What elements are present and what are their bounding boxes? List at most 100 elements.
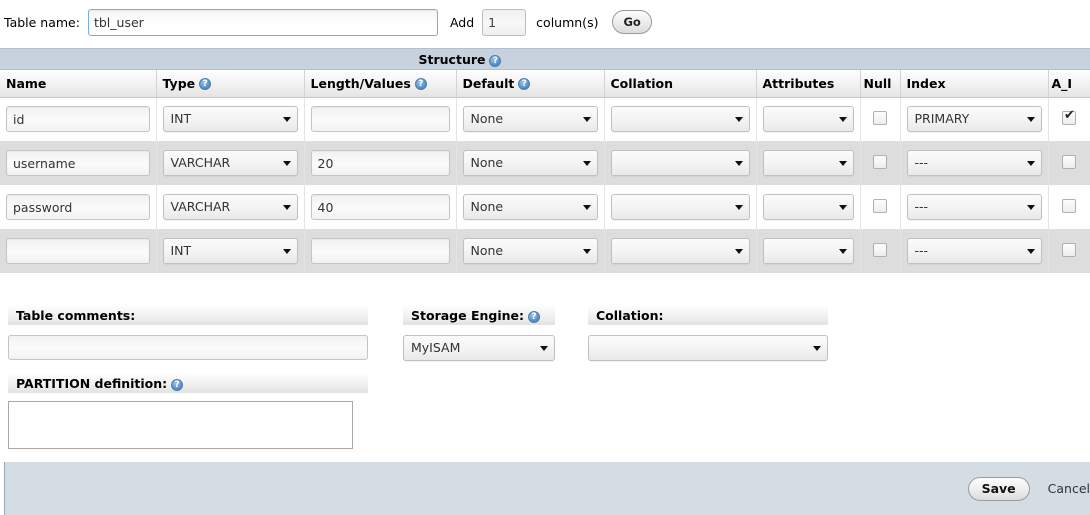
create-table-page: Table name: Add column(s) Go Structure? … xyxy=(0,0,1090,515)
cancel-button[interactable]: Cancel xyxy=(1038,477,1090,501)
chevron-down-icon xyxy=(734,161,743,166)
column-default-select[interactable]: None xyxy=(462,238,598,264)
cell-ai xyxy=(1048,229,1090,273)
storage-engine-help-icon[interactable]: ? xyxy=(528,310,540,323)
structure-title: Structure xyxy=(418,52,486,67)
cell-name xyxy=(0,97,157,141)
column-length-input[interactable] xyxy=(310,238,450,264)
column-length-input[interactable] xyxy=(310,106,450,133)
table-row: INT None PRIMARY xyxy=(0,97,1090,141)
column-attributes-select[interactable] xyxy=(762,238,854,264)
th-attributes: Attributes xyxy=(756,70,861,98)
th-collation: Collation xyxy=(604,70,757,98)
go-button[interactable]: Go xyxy=(612,10,652,34)
table-row: INT None --- xyxy=(0,229,1090,273)
chevron-down-icon xyxy=(1026,117,1035,123)
column-collation-select[interactable] xyxy=(610,238,750,264)
add-label: Add xyxy=(449,14,475,30)
type-help-icon[interactable]: ? xyxy=(199,78,212,91)
cell-collation xyxy=(604,97,757,141)
column-default-select[interactable]: None xyxy=(462,150,598,176)
column-type-select[interactable]: VARCHAR xyxy=(162,194,298,220)
column-index-select[interactable]: --- xyxy=(906,194,1042,220)
null-checkbox[interactable] xyxy=(873,242,887,257)
chevron-down-icon xyxy=(734,249,743,254)
chevron-down-icon xyxy=(1026,205,1035,210)
form-footer: Save Cancel xyxy=(4,462,1090,515)
table-name-input[interactable] xyxy=(87,8,438,36)
structure-help-icon[interactable]: ? xyxy=(489,54,502,67)
column-attributes-select[interactable] xyxy=(762,150,854,176)
length-help-icon[interactable]: ? xyxy=(414,78,427,91)
table-comments-input[interactable] xyxy=(8,335,368,360)
chevron-down-icon xyxy=(582,249,591,254)
column-index-select[interactable]: PRIMARY xyxy=(906,106,1042,133)
column-type-select[interactable]: INT xyxy=(162,106,298,133)
column-index-select[interactable]: --- xyxy=(906,150,1042,176)
column-collation-select[interactable] xyxy=(610,106,750,133)
th-ai: A_I xyxy=(1048,70,1090,98)
chevron-down-icon xyxy=(838,117,847,123)
storage-engine-label: Storage Engine:? xyxy=(403,306,555,325)
chevron-down-icon xyxy=(1026,249,1035,254)
column-length-input[interactable] xyxy=(310,194,450,220)
auto-increment-checkbox[interactable] xyxy=(1062,154,1076,169)
column-length-input[interactable] xyxy=(310,150,450,176)
cell-name xyxy=(0,141,157,185)
null-checkbox[interactable] xyxy=(873,154,887,169)
column-index-select[interactable]: --- xyxy=(906,238,1042,264)
chevron-down-icon xyxy=(734,117,743,123)
add-column-count-input[interactable] xyxy=(482,8,527,36)
structure-section: Structure? Name Type? Length/Values? Def… xyxy=(0,48,1090,273)
default-help-icon[interactable]: ? xyxy=(518,78,531,91)
auto-increment-checkbox[interactable] xyxy=(1062,198,1076,213)
th-type: Type? xyxy=(156,70,305,98)
chevron-down-icon xyxy=(282,249,291,254)
collation-group: Collation: xyxy=(588,306,828,361)
cell-default: None xyxy=(456,229,605,273)
cell-null xyxy=(860,97,901,141)
column-default-select[interactable]: None xyxy=(462,194,598,220)
column-name-input[interactable] xyxy=(6,238,150,264)
cell-index: PRIMARY xyxy=(900,97,1049,141)
cell-null xyxy=(860,185,901,229)
cell-attributes xyxy=(756,141,861,185)
cell-attributes xyxy=(756,229,861,273)
column-attributes-select[interactable] xyxy=(762,194,854,220)
column-default-select[interactable]: None xyxy=(462,106,598,133)
chevron-down-icon xyxy=(582,117,591,123)
column-type-select[interactable]: VARCHAR xyxy=(162,150,298,176)
chevron-down-icon xyxy=(282,117,291,123)
column-collation-select[interactable] xyxy=(610,150,750,176)
collation-select[interactable] xyxy=(588,335,828,361)
column-name-input[interactable] xyxy=(6,150,150,176)
save-button[interactable]: Save xyxy=(967,476,1030,501)
null-checkbox[interactable] xyxy=(873,198,887,213)
partition-definition-textarea[interactable] xyxy=(8,401,353,449)
chevron-down-icon xyxy=(540,346,548,351)
structure-header-row: Name Type? Length/Values? Default? Colla… xyxy=(0,70,1090,98)
chevron-down-icon xyxy=(838,205,847,210)
th-null: Null xyxy=(860,70,901,98)
chevron-down-icon xyxy=(282,205,291,210)
chevron-down-icon xyxy=(1026,161,1035,166)
auto-increment-checkbox[interactable] xyxy=(1062,242,1076,257)
partition-help-icon[interactable]: ? xyxy=(171,378,184,391)
column-attributes-select[interactable] xyxy=(762,106,854,133)
cell-type: VARCHAR xyxy=(156,141,305,185)
storage-engine-select[interactable]: MyISAM xyxy=(403,335,555,361)
column-name-input[interactable] xyxy=(6,106,150,133)
column-type-select[interactable]: INT xyxy=(162,238,298,264)
chevron-down-icon xyxy=(282,161,291,166)
cell-null xyxy=(860,229,901,273)
cell-length xyxy=(304,185,457,229)
column-collation-select[interactable] xyxy=(610,194,750,220)
chevron-down-icon xyxy=(582,205,591,210)
structure-table: Name Type? Length/Values? Default? Colla… xyxy=(0,70,1090,273)
cell-type: INT xyxy=(156,97,305,141)
table-name-label: Table name: xyxy=(4,14,80,30)
null-checkbox[interactable] xyxy=(873,110,887,125)
column-name-input[interactable] xyxy=(6,194,150,220)
auto-increment-checkbox[interactable] xyxy=(1062,109,1076,125)
th-name: Name xyxy=(0,70,157,98)
